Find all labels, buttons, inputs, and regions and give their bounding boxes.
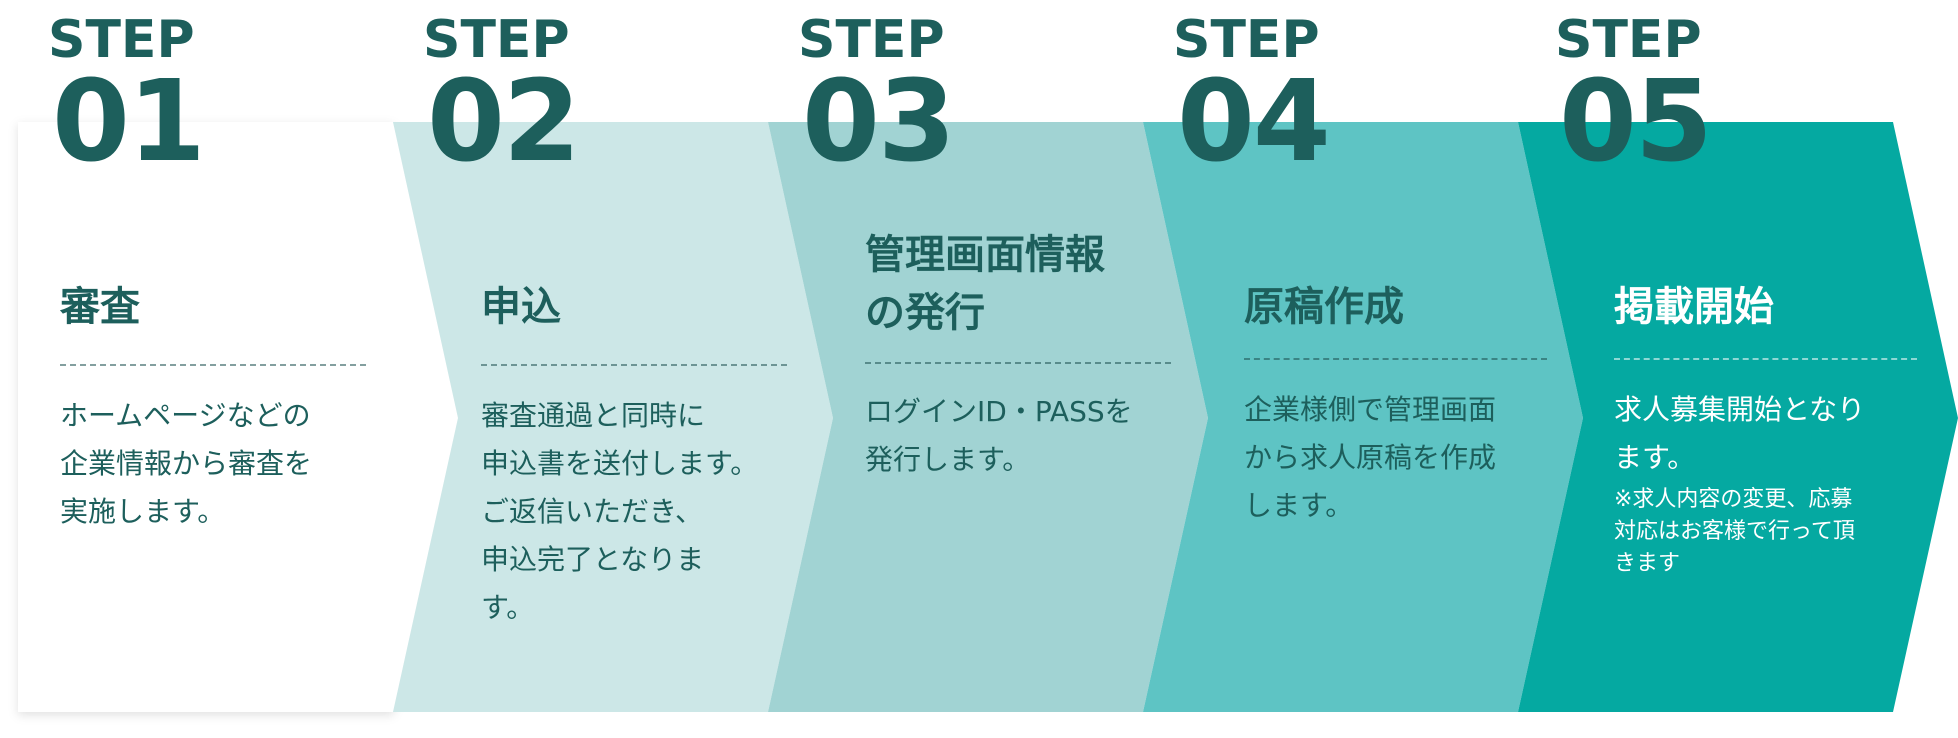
step-3-divider xyxy=(865,362,1171,364)
step-1-divider xyxy=(60,364,366,366)
step-2-divider xyxy=(481,364,787,366)
step-5-number: 05 xyxy=(1559,57,1713,187)
step-5-note: ※求人内容の変更、応募 対応はお客様で行って頂 きます xyxy=(1614,487,1855,576)
step-2-description: 審査通過と同時に 申込書を送付します。 ご返信いただき、 申込完了となりま す。 xyxy=(481,399,759,624)
step-5-description: 求人募集開始となり ます。 xyxy=(1614,393,1866,474)
step-1-title: 審査 xyxy=(60,284,140,330)
step-4-title: 原稿作成 xyxy=(1244,284,1404,330)
step-1-description: ホームページなどの 企業情報から審査を 実施します。 xyxy=(60,399,313,528)
step-3-number: 03 xyxy=(802,57,956,187)
step-2-number: 02 xyxy=(427,57,581,187)
step-3-description: ログインID・PASSを 発行します。 xyxy=(865,395,1133,476)
step-4-number: 04 xyxy=(1177,57,1331,187)
step-4-divider xyxy=(1244,358,1547,360)
step-1-number: 01 xyxy=(52,57,206,187)
step-2-title: 申込 xyxy=(481,284,561,330)
step-5-title: 掲載開始 xyxy=(1614,284,1774,330)
step-4-description: 企業様側で管理画面 から求人原稿を作成 します。 xyxy=(1244,393,1497,522)
step-3-title: 管理画面情報 の発行 xyxy=(865,232,1105,336)
step-5-divider xyxy=(1614,358,1917,360)
